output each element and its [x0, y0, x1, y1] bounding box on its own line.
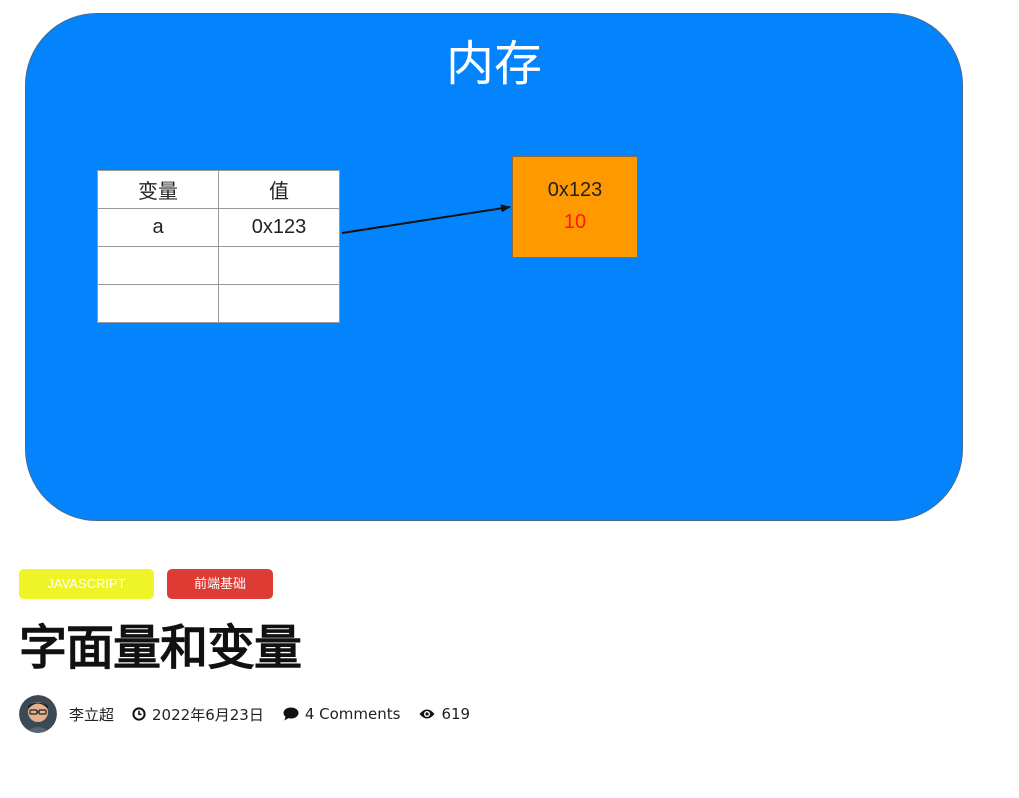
post-meta: 李立超 2022年6月23日 4 Comments 619 [19, 695, 489, 733]
clock-icon [132, 707, 146, 721]
comments-count: 4 Comments [304, 705, 401, 723]
table-cell [218, 246, 340, 285]
diagram-title: 内存 [445, 36, 542, 92]
category-tag-javascript[interactable]: JAVASCRIPT [19, 569, 154, 599]
comments-link[interactable]: 4 Comments [283, 705, 401, 723]
post-date: 2022年6月23日 [132, 704, 264, 725]
table-cell: 0x123 [218, 208, 340, 247]
memory-address: 0x123 [547, 179, 603, 201]
category-tag-frontend-basics[interactable]: 前端基础 [167, 569, 273, 599]
post-page: 内存 变量 值 a 0x123 0x123 10 JAVASCRIPT 前端基础… [0, 0, 1019, 798]
post-title: 字面量和变量 [19, 620, 302, 676]
author-link[interactable]: 李立超 [69, 704, 114, 725]
table-cell [97, 246, 219, 285]
table-cell [218, 284, 340, 323]
table-row: a 0x123 [97, 208, 340, 247]
variable-table: 变量 值 a 0x123 [97, 170, 340, 323]
post-views: 619 [419, 705, 470, 723]
table-header-cell: 变量 [97, 170, 219, 209]
eye-icon [419, 708, 435, 720]
views-count: 619 [441, 705, 471, 723]
comment-icon [283, 707, 299, 721]
table-cell: a [97, 208, 219, 247]
table-header-row: 变量 值 [97, 170, 340, 209]
table-cell [97, 284, 219, 323]
table-header-cell: 值 [218, 170, 340, 209]
table-row [97, 284, 340, 323]
table-row [97, 246, 340, 285]
memory-value: 10 [563, 211, 587, 233]
featured-image-memory-diagram: 内存 变量 值 a 0x123 0x123 10 [25, 13, 963, 521]
avatar[interactable] [19, 695, 57, 733]
memory-box: 0x123 10 [512, 156, 638, 258]
post-date-text: 2022年6月23日 [152, 705, 264, 724]
